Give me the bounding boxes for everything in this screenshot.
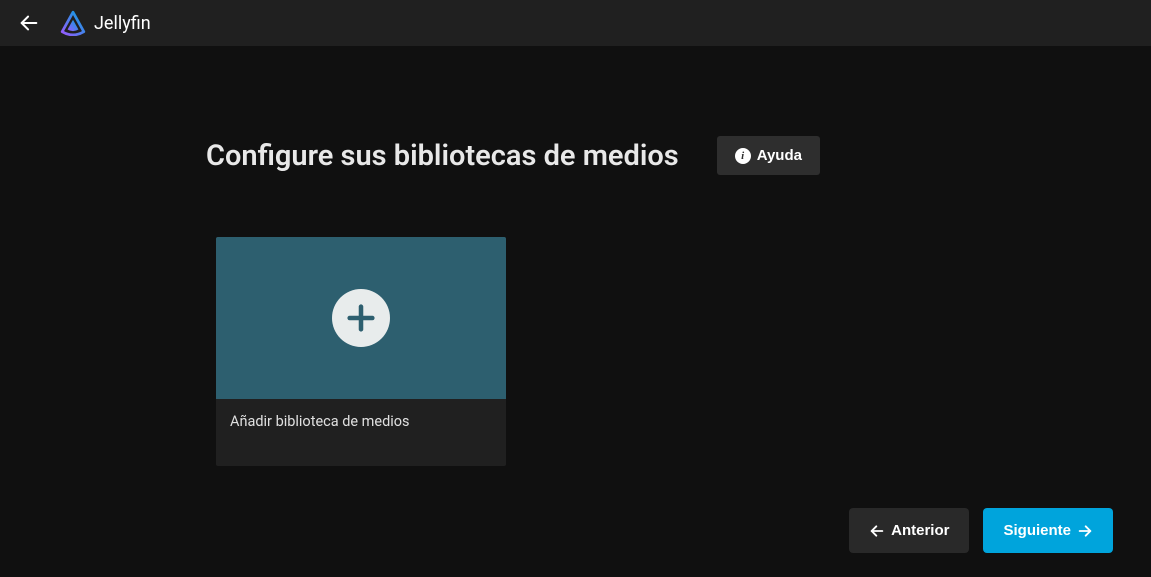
title-row: Configure sus bibliotecas de medios i Ay…: [206, 136, 1151, 175]
next-label: Siguiente: [1003, 522, 1071, 539]
jellyfin-logo-icon: [60, 10, 86, 36]
help-button[interactable]: i Ayuda: [717, 136, 820, 175]
arrow-left-icon: [869, 523, 885, 539]
arrow-left-icon: [18, 12, 40, 34]
plus-circle: [332, 289, 390, 347]
brand-name: Jellyfin: [94, 13, 151, 34]
previous-label: Anterior: [891, 522, 949, 539]
previous-button[interactable]: Anterior: [849, 508, 969, 553]
add-library-label: Añadir biblioteca de medios: [216, 399, 506, 466]
help-label: Ayuda: [757, 147, 802, 164]
app-header: Jellyfin: [0, 0, 1151, 46]
nav-buttons: Anterior Siguiente: [849, 508, 1113, 553]
plus-icon: [344, 301, 378, 335]
add-library-card[interactable]: Añadir biblioteca de medios: [216, 237, 506, 466]
main-content: Configure sus bibliotecas de medios i Ay…: [0, 46, 1151, 577]
card-top: [216, 237, 506, 399]
brand: Jellyfin: [60, 10, 151, 36]
back-button[interactable]: [12, 6, 46, 40]
arrow-right-icon: [1077, 523, 1093, 539]
next-button[interactable]: Siguiente: [983, 508, 1113, 553]
page-title: Configure sus bibliotecas de medios: [206, 139, 679, 173]
info-icon: i: [735, 148, 751, 164]
